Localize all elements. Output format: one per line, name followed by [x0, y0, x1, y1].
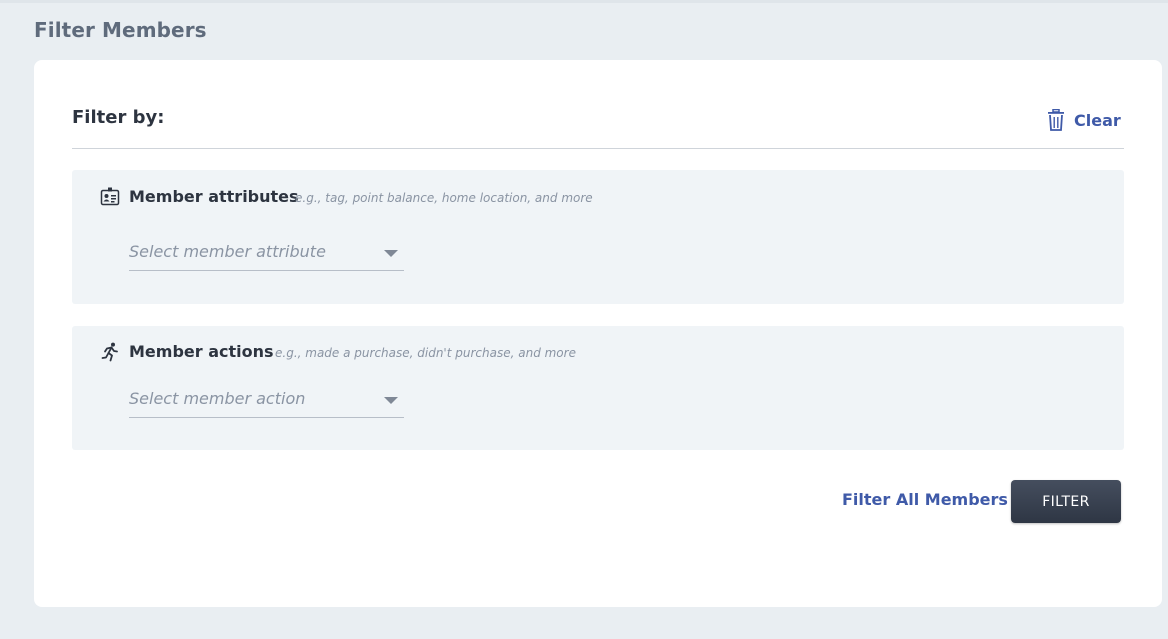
page-title: Filter Members	[34, 18, 207, 42]
id-badge-icon	[100, 187, 120, 206]
top-border	[0, 0, 1168, 3]
chevron-down-icon	[384, 250, 398, 257]
running-person-icon	[101, 342, 118, 362]
member-actions-hint: e.g., made a purchase, didn't purchase, …	[275, 346, 576, 360]
member-attribute-placeholder: Select member attribute	[129, 242, 326, 261]
clear-label: Clear	[1074, 110, 1121, 130]
member-attribute-select[interactable]: Select member attribute	[129, 238, 404, 271]
clear-button[interactable]: Clear	[1046, 108, 1121, 132]
chevron-down-icon	[384, 397, 398, 404]
member-action-select[interactable]: Select member action	[129, 385, 404, 418]
member-actions-title: Member actions	[129, 342, 274, 361]
filter-by-heading: Filter by:	[72, 107, 165, 128]
filter-button[interactable]: FILTER	[1011, 480, 1121, 523]
member-action-placeholder: Select member action	[129, 389, 306, 408]
member-attributes-hint: e.g., tag, point balance, home location,…	[295, 191, 593, 205]
member-attributes-title: Member attributes	[129, 187, 299, 206]
member-actions-panel: Member actions e.g., made a purchase, di…	[72, 326, 1124, 450]
filter-all-members-link[interactable]: Filter All Members	[842, 490, 1008, 509]
divider	[72, 148, 1124, 149]
trash-icon	[1048, 109, 1064, 131]
filter-card: Filter by: Clear Member attributes e.g.,…	[34, 60, 1162, 607]
member-attributes-panel: Member attributes e.g., tag, point balan…	[72, 170, 1124, 304]
